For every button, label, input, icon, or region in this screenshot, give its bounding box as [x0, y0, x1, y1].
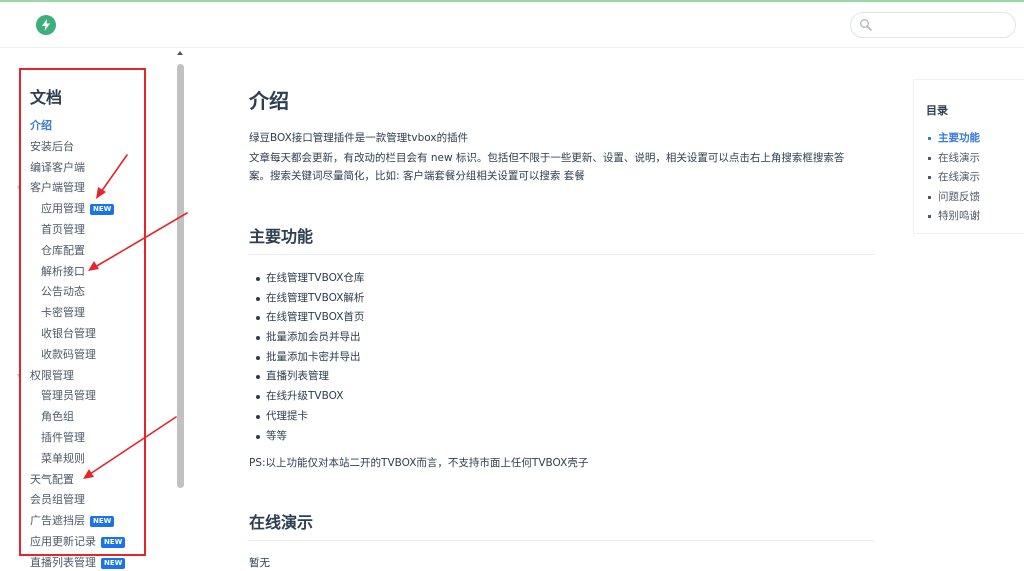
- list-item: 批量添加卡密并导出: [256, 348, 364, 368]
- sidebar-item-label: 权限管理: [30, 368, 74, 382]
- sidebar: 文档 介绍安装后台编译客户端 ▾ 客户端管理应用管理 NEW 首页管理仓库配置解析接口公…: [0, 49, 186, 571]
- sidebar-item-15[interactable]: 插件管理: [0, 428, 186, 449]
- search-input[interactable]: [850, 12, 1016, 38]
- list-item: 在线升级TVBOX: [256, 387, 364, 407]
- list-item: 等等: [256, 427, 364, 447]
- page-title: 介绍: [249, 89, 289, 113]
- sidebar-item-label: 安装后台: [30, 139, 74, 153]
- sidebar-item-label: 会员组管理: [30, 493, 85, 507]
- sidebar-item-label: 解析接口: [41, 264, 85, 278]
- sidebar-item-label: 天气配置: [30, 472, 74, 486]
- sidebar-item-label: 介绍: [30, 119, 52, 132]
- sidebar-item-3[interactable]: ▾ 客户端管理: [0, 178, 186, 199]
- sidebar-item-label: 首页管理: [41, 222, 85, 236]
- divider: [249, 540, 875, 541]
- chevron-down-icon: ▾: [17, 183, 22, 193]
- search-icon: [860, 19, 872, 31]
- sidebar-item-9[interactable]: 卡密管理: [0, 303, 186, 324]
- feature-list: 在线管理TVBOX仓库 在线管理TVBOX解析 在线管理TVBOX首页 批量添加会员并…: [256, 269, 364, 446]
- sidebar-item-14[interactable]: 角色组: [0, 407, 186, 428]
- lightning-logo-icon[interactable]: [36, 15, 56, 35]
- top-navbar: [0, 2, 1024, 48]
- sidebar-item-19[interactable]: 广告遮挡层 NEW: [0, 511, 186, 532]
- divider: [249, 254, 875, 255]
- new-badge: NEW: [90, 204, 115, 216]
- sidebar-item-12[interactable]: ▾ 权限管理: [0, 366, 186, 387]
- sidebar-item-16[interactable]: 菜单规则: [0, 449, 186, 470]
- new-badge: NEW: [101, 536, 126, 548]
- sidebar-item-label: 应用更新记录: [30, 534, 96, 548]
- sidebar-item-2[interactable]: 编译客户端: [0, 158, 186, 179]
- toc-title: 目录: [926, 104, 948, 117]
- ps-note: PS:以上功能仅对本站二开的TVBOX而言，不支持市面上任何TVBOX壳子: [249, 457, 589, 469]
- sidebar-item-18[interactable]: 会员组管理: [0, 490, 186, 511]
- sidebar-item-label: 收款码管理: [41, 347, 96, 361]
- sidebar-item-label: 仓库配置: [41, 243, 85, 257]
- sidebar-item-7[interactable]: 解析接口: [0, 262, 186, 283]
- sidebar-item-8[interactable]: 公告动态: [0, 282, 186, 303]
- intro-line-1: 绿豆BOX接口管理插件是一款管理tvbox的插件: [249, 132, 469, 144]
- sidebar-item-label: 广告遮挡层: [30, 514, 85, 528]
- new-badge: NEW: [101, 557, 126, 569]
- list-item: 在线管理TVBOX解析: [256, 289, 364, 309]
- toc-item-4[interactable]: 特别鸣谢: [928, 207, 980, 227]
- sidebar-item-label: 卡密管理: [41, 306, 85, 320]
- toc-list: 主要功能 在线演示 在线演示 问题反馈 特别鸣谢: [928, 129, 980, 227]
- list-item: 代理提卡: [256, 407, 364, 427]
- list-item: 直播列表管理: [256, 367, 364, 387]
- sidebar-nav: 介绍安装后台编译客户端 ▾ 客户端管理应用管理 NEW 首页管理仓库配置解析接口公告动态…: [0, 116, 186, 571]
- sidebar-item-13[interactable]: 管理员管理: [0, 386, 186, 407]
- section-heading-demo: 在线演示: [249, 513, 314, 532]
- scroll-up-arrow-icon[interactable]: [177, 51, 183, 55]
- demo-text: 暂无: [249, 557, 270, 569]
- sidebar-item-label: 插件管理: [41, 430, 85, 444]
- toc-item-2[interactable]: 在线演示: [928, 168, 980, 188]
- section-heading-features: 主要功能: [249, 227, 314, 246]
- sidebar-item-17[interactable]: 天气配置: [0, 470, 186, 491]
- sidebar-item-0[interactable]: 介绍: [0, 116, 186, 137]
- list-item: 批量添加会员并导出: [256, 328, 364, 348]
- sidebar-item-5[interactable]: 首页管理: [0, 220, 186, 241]
- sidebar-item-6[interactable]: 仓库配置: [0, 241, 186, 262]
- toc-item-1[interactable]: 在线演示: [928, 149, 980, 169]
- sidebar-item-1[interactable]: 安装后台: [0, 137, 186, 158]
- chevron-down-icon: ▾: [17, 370, 22, 380]
- sidebar-item-11[interactable]: 收款码管理: [0, 345, 186, 366]
- sidebar-item-label: 客户端管理: [30, 181, 85, 195]
- sidebar-item-label: 收银台管理: [41, 326, 96, 340]
- list-item: 在线管理TVBOX首页: [256, 308, 364, 328]
- sidebar-item-label: 公告动态: [41, 285, 85, 299]
- sidebar-title: 文档: [30, 88, 63, 107]
- toc-item-3[interactable]: 问题反馈: [928, 188, 980, 208]
- sidebar-item-4[interactable]: 应用管理 NEW: [0, 199, 186, 220]
- sidebar-item-label: 菜单规则: [41, 451, 85, 465]
- sidebar-item-10[interactable]: 收银台管理: [0, 324, 186, 345]
- list-item: 在线管理TVBOX仓库: [256, 269, 364, 289]
- sidebar-item-label: 角色组: [41, 410, 74, 424]
- intro-line-2: 文章每天都会更新，有改动的栏目会有 new 标识。包括但不限于一些更新、设置、说…: [249, 152, 845, 164]
- sidebar-item-label: 管理员管理: [41, 389, 96, 403]
- toc-item-0[interactable]: 主要功能: [928, 129, 980, 149]
- sidebar-item-label: 编译客户端: [30, 160, 85, 174]
- sidebar-item-label: 直播列表管理: [30, 555, 96, 569]
- intro-line-3: 案。搜索关键词尽量简化，比如: 客户端套餐分组相关设置可以搜索 套餐: [249, 170, 585, 182]
- new-badge: NEW: [90, 516, 115, 528]
- table-of-contents: 目录 主要功能 在线演示 在线演示 问题反馈 特别鸣谢: [913, 79, 1024, 234]
- sidebar-item-20[interactable]: 应用更新记录 NEW: [0, 532, 186, 553]
- sidebar-item-21[interactable]: 直播列表管理 NEW: [0, 553, 186, 571]
- sidebar-item-label: 应用管理: [41, 202, 85, 216]
- sidebar-scrollbar[interactable]: [177, 64, 184, 488]
